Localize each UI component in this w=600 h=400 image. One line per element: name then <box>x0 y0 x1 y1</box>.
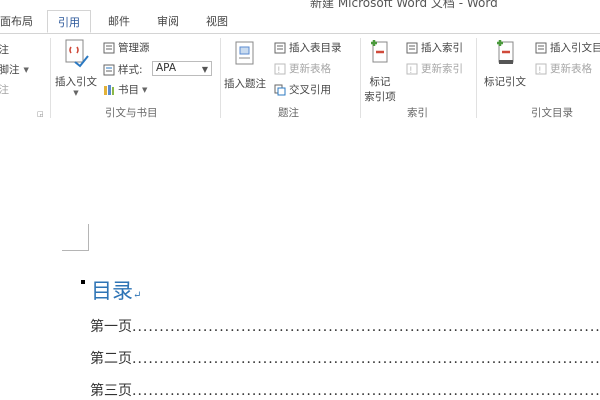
ribbon-tabs: 面布局 引用 邮件 审阅 视图 <box>0 10 600 34</box>
insert-table-of-authorities-button[interactable]: 插入引文目 <box>535 40 600 55</box>
insert-caption-button[interactable]: 插入题注 <box>222 40 268 91</box>
show-notes-button[interactable]: 标注 <box>0 82 9 97</box>
update-index-button[interactable]: ! 更新索引 <box>406 61 463 76</box>
window-title: 新建 Microsoft Word 文档 - Word <box>310 0 498 10</box>
update-table-button[interactable]: ! 更新表格 <box>274 61 331 76</box>
citation-style-label: 样式: <box>103 62 143 77</box>
svg-text:!: ! <box>277 66 281 75</box>
insert-citation-icon <box>65 39 89 68</box>
mark-entry-icon <box>371 40 388 63</box>
toc-entry[interactable]: 第一页.....................................… <box>90 316 600 336</box>
insert-index-button[interactable]: 插入索引 <box>406 40 463 55</box>
bibliography-icon <box>104 84 114 95</box>
tab-page-layout[interactable]: 面布局 <box>0 13 33 29</box>
update-table-icon: ! <box>274 63 286 75</box>
next-footnote-button[interactable]: 卡脚注 ▼ <box>0 62 29 77</box>
document-page[interactable]: 目录↵ 第一页.................................… <box>0 122 600 400</box>
insert-citation-button[interactable]: 插入引文 ▼ <box>53 38 99 97</box>
group-separator <box>476 38 477 118</box>
svg-text:!: ! <box>409 66 413 75</box>
tab-view[interactable]: 视图 <box>206 13 228 29</box>
toc-entry[interactable]: 第三页.....................................… <box>90 380 600 400</box>
tab-mailings[interactable]: 邮件 <box>108 13 130 29</box>
group-label-authorities: 引文目录 <box>531 107 573 119</box>
group-label-index: 索引 <box>407 107 428 119</box>
tab-review[interactable]: 审阅 <box>157 13 179 29</box>
tab-references[interactable]: 引用 <box>47 10 91 33</box>
style-icon <box>103 64 115 75</box>
mark-entry-button[interactable]: 标记 索引项 <box>361 38 399 104</box>
chevron-down-icon: ▼ <box>201 65 208 74</box>
table-of-figures-icon <box>274 42 286 53</box>
page-margin-marker <box>62 224 89 251</box>
mark-citation-icon <box>497 40 514 64</box>
cross-reference-button[interactable]: 交叉引用 <box>274 82 331 97</box>
group-label-citations: 引文与书目 <box>105 107 158 119</box>
paragraph-mark: ↵ <box>133 290 142 301</box>
table-of-authorities-icon <box>535 42 547 53</box>
insert-caption-icon <box>235 41 254 65</box>
insert-table-of-figures-button[interactable]: 插入表目录 <box>274 40 342 55</box>
citation-style-select[interactable]: APA ▼ <box>152 61 212 76</box>
group-separator <box>50 38 51 118</box>
chevron-down-icon: ▼ <box>142 85 148 94</box>
insert-index-icon <box>406 42 418 53</box>
update-table-icon: ! <box>535 63 547 75</box>
manage-sources-icon <box>103 42 115 53</box>
toc-title[interactable]: 目录↵ <box>91 275 141 305</box>
insert-footnote-button[interactable]: 题注 <box>0 42 9 57</box>
ribbon: 题注 卡脚注 ▼ 标注 ◲ 插入引文 ▼ 管理源 样式: APA ▼ <box>0 33 600 123</box>
group-separator <box>220 38 221 118</box>
dialog-launcher-icon[interactable]: ◲ <box>37 110 44 118</box>
toc-entry[interactable]: 第二页.....................................… <box>90 348 600 368</box>
title-bar: 新建 Microsoft Word 文档 - Word <box>0 0 600 10</box>
mark-citation-button[interactable]: 标记引文 <box>480 38 530 89</box>
update-index-icon: ! <box>406 63 418 75</box>
cross-reference-icon <box>274 84 286 95</box>
update-table-authorities-button[interactable]: ! 更新表格 <box>535 61 592 76</box>
group-label-captions: 题注 <box>278 107 299 119</box>
chevron-down-icon: ▼ <box>23 65 29 74</box>
svg-text:!: ! <box>538 66 542 75</box>
manage-sources-button[interactable]: 管理源 <box>103 40 150 55</box>
chevron-down-icon: ▼ <box>73 89 79 97</box>
bibliography-button[interactable]: 书目 ▼ <box>103 82 147 97</box>
paragraph-bullet <box>81 280 85 284</box>
